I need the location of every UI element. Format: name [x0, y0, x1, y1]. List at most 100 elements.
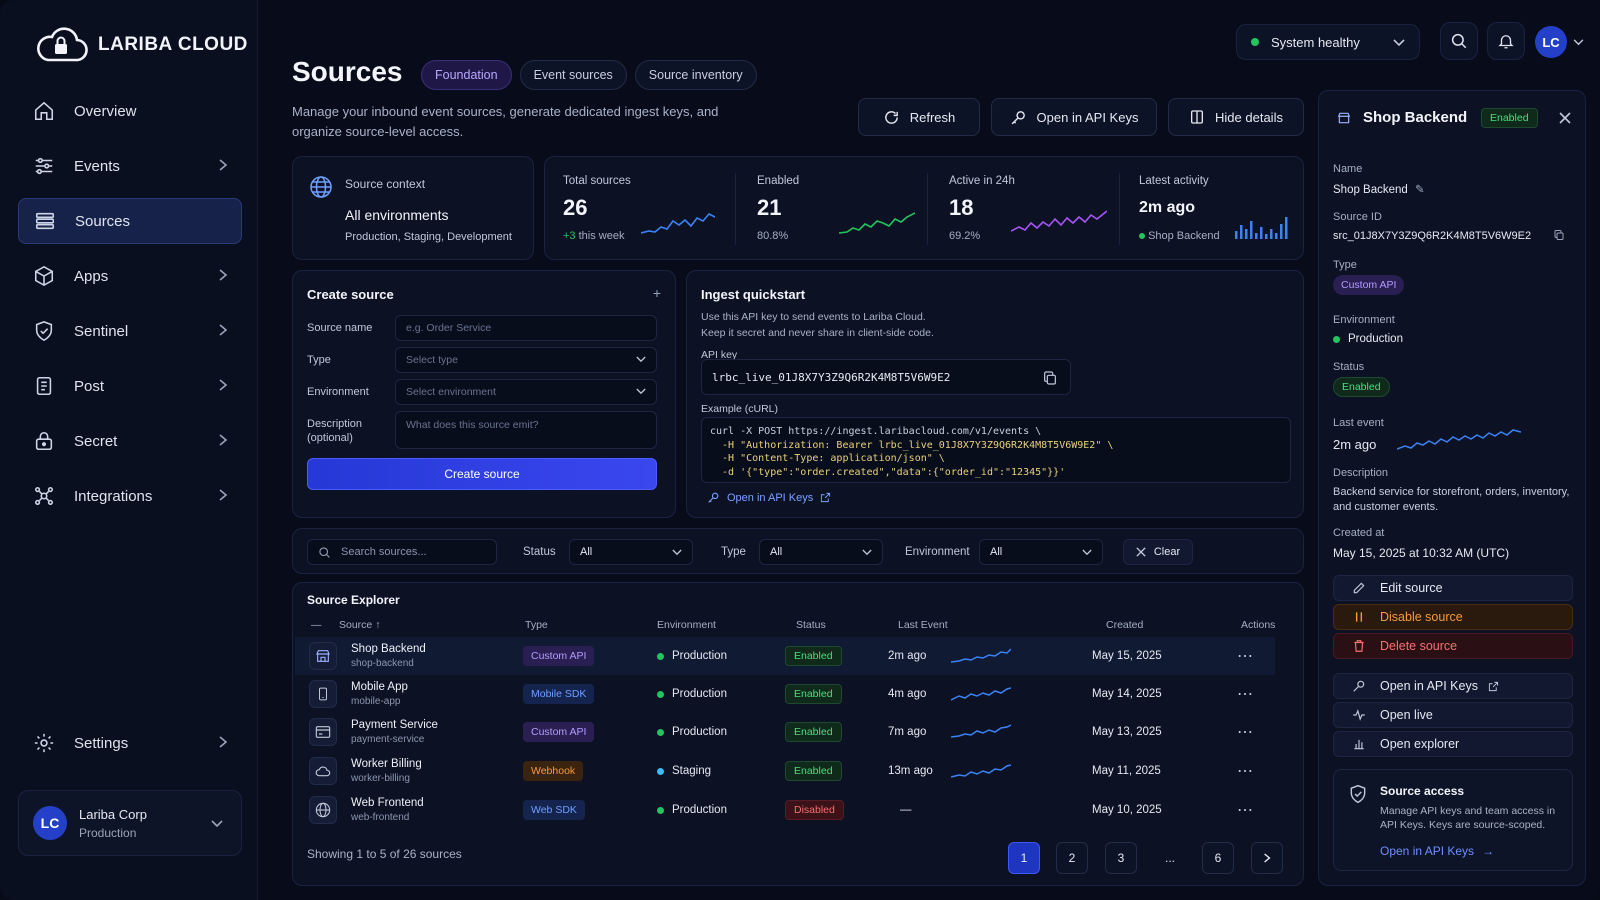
key-icon: [708, 492, 719, 503]
source-name-label: Source name: [307, 322, 373, 334]
nav-item-integrations[interactable]: Integrations: [18, 473, 242, 519]
source-name-input[interactable]: e.g. Order Service: [395, 315, 657, 341]
environment-value: Production: [672, 688, 727, 700]
created-value: May 10, 2025: [1092, 804, 1162, 816]
row-sparkline: [951, 648, 1011, 663]
stat-sub: Shop Backend: [1139, 230, 1220, 242]
open-live-button[interactable]: Open live: [1333, 702, 1573, 728]
refresh-button[interactable]: Refresh: [858, 98, 980, 136]
nav-item-sentinel[interactable]: Sentinel: [18, 308, 242, 354]
table-row[interactable]: Mobile App mobile-app Mobile SDK Producti…: [295, 675, 1275, 713]
environment-select[interactable]: Select environment: [395, 379, 657, 405]
type-filter-select[interactable]: All: [759, 539, 883, 565]
page-button-6[interactable]: 6: [1202, 842, 1234, 874]
nav-label: Settings: [74, 734, 129, 752]
more-actions-icon[interactable]: ⋯: [1237, 675, 1253, 713]
clear-filters-button[interactable]: Clear: [1123, 539, 1193, 565]
table-row[interactable]: Payment Service payment-service Custom AP…: [295, 713, 1275, 751]
source-access-link[interactable]: Open in API Keys →: [1380, 844, 1494, 858]
trash-icon: [1354, 640, 1364, 652]
nav-item-secret[interactable]: Secret: [18, 418, 242, 464]
description-optional-text: (optional): [307, 432, 353, 444]
search-sources-input[interactable]: Search sources...: [307, 539, 497, 565]
select-all-checkbox[interactable]: —: [311, 619, 322, 631]
env-dot: [657, 728, 664, 736]
more-actions-icon[interactable]: ⋯: [1237, 637, 1253, 675]
table-row[interactable]: Shop Backend shop-backend Custom API Prod…: [295, 637, 1275, 675]
open-live-label: Open live: [1380, 708, 1433, 722]
user-avatar[interactable]: LC: [1535, 26, 1567, 58]
clear-label: Clear: [1153, 546, 1181, 558]
close-icon[interactable]: [1559, 112, 1571, 124]
table-row[interactable]: Web Frontend web-frontend Web SDK Product…: [295, 791, 1275, 829]
page-button-2[interactable]: 2: [1056, 842, 1088, 874]
column-header-status[interactable]: Status: [796, 619, 826, 631]
disable-source-button[interactable]: Disable source: [1333, 604, 1573, 630]
next-page-button[interactable]: [1251, 842, 1283, 874]
api-key-field[interactable]: lrbc_live_01J8X7Y3Z9Q6R2K4M8T5V6W9E2: [701, 359, 1071, 395]
sparkline-total: [641, 213, 715, 234]
environment-value: Production: [672, 650, 727, 662]
stat-sub: 69.2%: [949, 230, 981, 242]
page-button-1[interactable]: 1: [1008, 842, 1040, 874]
context-label: Source context: [345, 177, 426, 191]
table-row[interactable]: Worker Billing worker-billing Webhook Sta…: [295, 752, 1275, 790]
nav-item-post[interactable]: Post: [18, 363, 242, 409]
nav-item-overview[interactable]: Overview: [18, 88, 242, 134]
pause-icon: [1355, 612, 1363, 622]
search-button[interactable]: [1440, 22, 1478, 60]
column-header-environment[interactable]: Environment: [657, 619, 716, 631]
page-ellipsis: ...: [1164, 851, 1175, 865]
tab-foundation[interactable]: Foundation: [421, 60, 512, 90]
type-select[interactable]: Select type: [395, 347, 657, 373]
notifications-button[interactable]: [1487, 22, 1525, 60]
page-button-3[interactable]: 3: [1105, 842, 1137, 874]
create-source-button[interactable]: Create source: [307, 458, 657, 490]
cube-icon: [32, 264, 56, 288]
tab-event-sources[interactable]: Event sources: [519, 60, 627, 90]
edit-pencil-icon[interactable]: ✎: [1415, 184, 1425, 196]
shield-icon: [1350, 784, 1366, 804]
external-link-icon: [821, 492, 831, 503]
chevron-down-icon[interactable]: [1573, 39, 1584, 46]
stat-value: 26: [563, 195, 588, 220]
environment-filter-select[interactable]: All: [979, 539, 1103, 565]
stats-card: Total sources 26 +3 this week Enabled 21…: [544, 156, 1304, 260]
open-explorer-button[interactable]: Open explorer: [1333, 731, 1573, 757]
pulse-icon: [1353, 709, 1365, 721]
hide-details-button[interactable]: Hide details: [1168, 98, 1304, 136]
column-header-source[interactable]: Source ↑: [339, 619, 380, 631]
brand[interactable]: LARIBA CLOUD: [34, 26, 248, 64]
status-filter-select[interactable]: All: [569, 539, 693, 565]
nav-item-events[interactable]: Events: [18, 143, 242, 189]
chevron-right-icon: [219, 434, 228, 446]
edit-source-button[interactable]: Edit source: [1333, 575, 1573, 601]
more-actions-icon[interactable]: ⋯: [1237, 713, 1253, 751]
system-status-dropdown[interactable]: System healthy: [1236, 24, 1420, 60]
curl-code-block[interactable]: curl -X POST https://ingest.laribacloud.…: [701, 417, 1291, 483]
copy-icon[interactable]: [1553, 229, 1565, 241]
org-switcher[interactable]: LC Lariba Corp Production: [18, 790, 242, 856]
nav-item-apps[interactable]: Apps: [18, 253, 242, 299]
source-context-card[interactable]: Source context All environments Producti…: [292, 156, 534, 260]
column-header-type[interactable]: Type: [525, 619, 548, 631]
env-dot: [1333, 335, 1340, 343]
column-header-last-event[interactable]: Last Event: [898, 619, 948, 631]
description-textarea[interactable]: What does this source emit?: [395, 411, 657, 449]
tab-source-inventory[interactable]: Source inventory: [634, 60, 757, 90]
delete-source-button[interactable]: Delete source: [1333, 633, 1573, 659]
open-in-api-keys-button[interactable]: Open in API Keys: [1333, 673, 1573, 699]
more-actions-icon[interactable]: ⋯: [1237, 752, 1253, 790]
more-actions-icon[interactable]: ⋯: [1237, 791, 1253, 829]
plus-icon[interactable]: +: [653, 285, 661, 301]
copy-icon[interactable]: [1042, 370, 1058, 386]
refresh-label: Refresh: [909, 109, 956, 125]
shield-icon: [32, 319, 56, 343]
sparkline-active: [1011, 210, 1107, 232]
open-api-keys-button[interactable]: Open in API Keys: [991, 98, 1157, 136]
stat-value: 21: [757, 195, 782, 220]
nav-item-sources[interactable]: Sources: [18, 198, 242, 244]
column-header-created[interactable]: Created: [1106, 619, 1143, 631]
quickstart-open-api-keys-link[interactable]: Open in API Keys: [707, 491, 831, 504]
nav-item-settings[interactable]: Settings: [18, 720, 242, 766]
